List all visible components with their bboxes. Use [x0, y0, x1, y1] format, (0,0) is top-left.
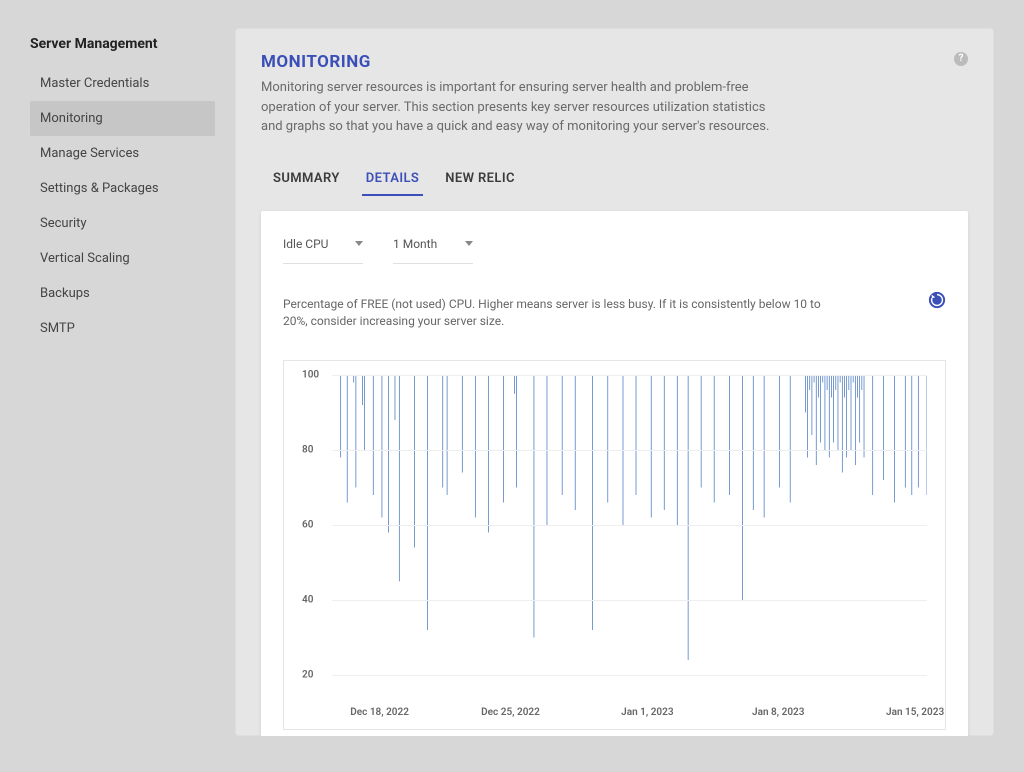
gridline	[332, 525, 927, 526]
tab-new-relic[interactable]: NEW RELIC	[445, 165, 515, 196]
metric-dropdown-label: Idle CPU	[283, 237, 328, 251]
sidebar-item-security[interactable]: Security	[30, 206, 215, 241]
range-dropdown-label: 1 Month	[393, 237, 437, 251]
x-axis-label: Jan 1, 2023	[621, 707, 673, 718]
gridline	[332, 375, 927, 376]
tab-details[interactable]: DETAILS	[366, 165, 419, 196]
page-title: MONITORING	[261, 52, 968, 72]
x-axis-label: Dec 25, 2022	[481, 707, 540, 718]
main-panel: MONITORING Monitoring server resources i…	[235, 28, 994, 736]
x-axis-label: Jan 15, 2023	[886, 707, 944, 718]
page-description: Monitoring server resources is important…	[261, 78, 781, 137]
range-dropdown[interactable]: 1 Month	[393, 233, 473, 264]
chevron-down-icon	[465, 241, 473, 246]
sidebar-item-backups[interactable]: Backups	[30, 276, 215, 311]
chevron-down-icon	[355, 241, 363, 246]
sidebar-item-vertical-scaling[interactable]: Vertical Scaling	[30, 241, 215, 276]
sidebar-title: Server Management	[30, 28, 215, 66]
details-card: Idle CPU 1 Month Percentage of FREE (not…	[261, 211, 968, 737]
y-axis-label: 100	[302, 370, 319, 381]
refresh-icon[interactable]	[928, 291, 946, 309]
sidebar-item-master-credentials[interactable]: Master Credentials	[30, 66, 215, 101]
sidebar-item-settings-packages[interactable]: Settings & Packages	[30, 171, 215, 206]
help-icon[interactable]: ?	[954, 52, 968, 66]
tabs: SUMMARY DETAILS NEW RELIC	[261, 165, 968, 197]
y-axis-label: 40	[302, 595, 313, 606]
y-axis-label: 20	[302, 670, 313, 681]
metric-dropdown[interactable]: Idle CPU	[283, 233, 363, 264]
sidebar-item-manage-services[interactable]: Manage Services	[30, 136, 215, 171]
gridline	[332, 600, 927, 601]
idle-cpu-chart: 100 80 60 40 20 Dec 18, 2022 Dec 25, 2022 Jan …	[283, 360, 946, 730]
tab-summary[interactable]: SUMMARY	[273, 165, 340, 196]
y-axis-label: 80	[302, 445, 313, 456]
x-axis-label: Jan 8, 2023	[752, 707, 804, 718]
gridline	[332, 675, 927, 676]
y-axis-label: 60	[302, 520, 313, 531]
sidebar-item-smtp[interactable]: SMTP	[30, 311, 215, 346]
sidebar: Server Management Master CredentialsMoni…	[30, 28, 215, 772]
sidebar-item-monitoring[interactable]: Monitoring	[30, 101, 215, 136]
x-axis-label: Dec 18, 2022	[350, 707, 409, 718]
metric-description: Percentage of FREE (not used) CPU. Highe…	[283, 296, 843, 331]
gridline	[332, 450, 927, 451]
